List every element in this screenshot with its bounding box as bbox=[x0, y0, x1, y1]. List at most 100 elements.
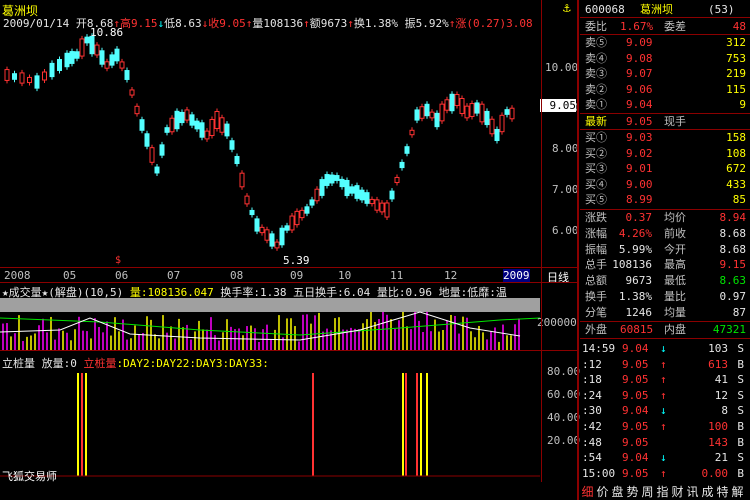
candle-body bbox=[19, 72, 25, 84]
bottom-tab[interactable]: 细 bbox=[580, 483, 595, 500]
stat-label: 总额 bbox=[585, 274, 607, 288]
tick-volume: 12 bbox=[714, 388, 728, 402]
sell-price: 9.07 bbox=[626, 67, 653, 80]
candle-body bbox=[279, 227, 285, 246]
candle-body bbox=[174, 110, 180, 130]
volume-band bbox=[0, 298, 540, 312]
volume-five-day: 五日换手:6.04 bbox=[293, 286, 371, 299]
candle-body bbox=[344, 179, 350, 197]
diff-label: 委差 bbox=[664, 20, 686, 33]
candle-body bbox=[154, 166, 160, 174]
buy-price: 8.99 bbox=[626, 193, 653, 206]
stock-code-suffix: (53) bbox=[708, 3, 735, 16]
buy-price: 9.03 bbox=[626, 131, 653, 144]
tick-time: :12 bbox=[582, 357, 602, 371]
bottom-tab[interactable]: 解 bbox=[730, 483, 745, 500]
tick-time: 14:59 bbox=[582, 342, 616, 355]
bottom-tab[interactable]: 周 bbox=[640, 483, 655, 500]
stat-value: 8.68 bbox=[719, 226, 747, 240]
buy-label: 买③ bbox=[585, 162, 607, 175]
latest-label: 最新 bbox=[585, 115, 607, 128]
anchor-icon[interactable]: ⚓ bbox=[563, 1, 571, 16]
candle-body bbox=[274, 241, 280, 249]
indicator-title-red: 立桩量 bbox=[83, 357, 117, 370]
candle-body bbox=[49, 62, 55, 78]
candle-body bbox=[149, 147, 155, 163]
candle-body bbox=[469, 103, 475, 117]
bottom-tab[interactable]: 成 bbox=[700, 483, 715, 500]
indicator-tick: 20.00 bbox=[547, 434, 581, 447]
tick-side: B bbox=[737, 466, 744, 480]
bottom-tab[interactable]: 势 bbox=[625, 483, 640, 500]
info-date: 2009/01/14 bbox=[3, 17, 70, 30]
candle-body bbox=[494, 128, 500, 142]
sell-level-row: 卖② 9.06 115 bbox=[580, 82, 748, 97]
price-tick: 10.00 bbox=[545, 61, 579, 74]
bottom-tab[interactable]: 讯 bbox=[685, 483, 700, 500]
tick-row: :12 9.05 ↑ 613 B bbox=[580, 357, 748, 372]
stat-value: 9.15 bbox=[719, 258, 747, 272]
vol-label: 量 bbox=[252, 17, 264, 30]
candle-body bbox=[124, 70, 130, 80]
tick-side: B bbox=[737, 435, 744, 449]
tick-side: S bbox=[737, 388, 744, 402]
candle-body bbox=[169, 117, 175, 133]
stat-value: 1246 bbox=[625, 305, 653, 319]
bottom-tab[interactable]: 指 bbox=[655, 483, 670, 500]
buy-price: 9.02 bbox=[626, 146, 653, 160]
candle-body bbox=[184, 109, 190, 121]
stat-value: 9673 bbox=[625, 274, 653, 288]
candle-body bbox=[299, 209, 305, 219]
candle-body bbox=[339, 178, 345, 188]
candle-body bbox=[229, 140, 235, 150]
candle-body bbox=[479, 103, 485, 123]
tick-volume: 613 bbox=[708, 357, 728, 371]
bottom-tab[interactable]: 盘 bbox=[610, 483, 625, 500]
sell-label: 卖① bbox=[585, 98, 607, 111]
inner-label: 内盘 bbox=[664, 323, 686, 336]
tick-volume: 8 bbox=[721, 404, 728, 418]
stat-value: 87 bbox=[732, 305, 746, 319]
max-price-label: 10.86 bbox=[90, 26, 124, 39]
candle-body bbox=[84, 36, 90, 44]
tick-arrow: ↑ bbox=[660, 466, 667, 480]
sell-label: 卖③ bbox=[585, 67, 607, 80]
buy-volume: 85 bbox=[732, 193, 746, 206]
sell-volume: 753 bbox=[726, 51, 746, 65]
stat-label: 量比 bbox=[664, 290, 686, 303]
stat-label: 总手 bbox=[585, 258, 607, 272]
sell-level-row: 卖③ 9.07 219 bbox=[580, 66, 748, 81]
bottom-tab[interactable]: 价 bbox=[595, 483, 610, 500]
candle-body bbox=[109, 54, 115, 66]
tick-time: :48 bbox=[582, 435, 602, 449]
date-label: 05 bbox=[63, 269, 77, 282]
candle-body bbox=[354, 185, 360, 199]
candle-body bbox=[384, 202, 390, 218]
candle-body bbox=[379, 202, 385, 213]
candle-body bbox=[454, 94, 460, 106]
buy-level-row: 买② 9.02 108 bbox=[580, 146, 748, 161]
tick-price: 9.04 bbox=[622, 404, 649, 418]
tick-price: 9.05 bbox=[622, 373, 649, 387]
candle-body bbox=[194, 120, 200, 130]
candle-body bbox=[164, 127, 170, 133]
bottom-tab[interactable]: 特 bbox=[715, 483, 730, 500]
tick-time: :42 bbox=[582, 420, 602, 433]
stat-label: 涨跌 bbox=[585, 211, 607, 224]
tick-side: S bbox=[737, 451, 744, 465]
outer-value: 60815 bbox=[620, 323, 654, 336]
candle-body bbox=[399, 161, 405, 169]
sell-label: 卖② bbox=[585, 82, 607, 96]
stat-label: 均量 bbox=[664, 305, 686, 319]
date-label: 12 bbox=[444, 269, 458, 282]
price-candles bbox=[4, 33, 515, 251]
tick-price: 9.05 bbox=[622, 357, 649, 371]
bottom-tab[interactable]: 财 bbox=[670, 483, 685, 500]
sell-volume: 219 bbox=[726, 67, 746, 80]
sell-volume: 312 bbox=[726, 36, 746, 49]
sell-volume: 115 bbox=[726, 82, 746, 96]
amp-value: 5.92% bbox=[415, 17, 449, 30]
latest-suffix: 现手 bbox=[664, 115, 686, 128]
candle-body bbox=[114, 48, 120, 62]
volume-header: ★成交量★(解盘)(10,5) 量:108136.047 换手率:1.38 五日… bbox=[2, 284, 507, 300]
